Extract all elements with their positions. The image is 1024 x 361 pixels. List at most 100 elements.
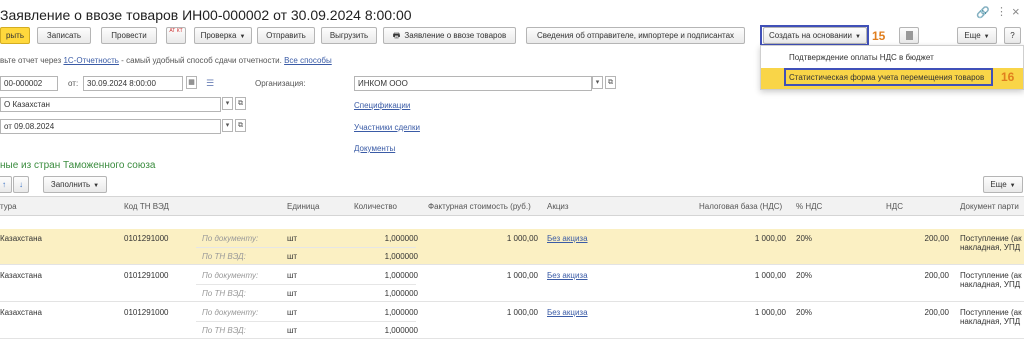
table-more-button[interactable]: Еще ▼ <box>983 176 1023 193</box>
info-prefix: вьте отчет через <box>0 56 64 65</box>
at-kt-button[interactable]: АТ КТ <box>166 27 186 44</box>
print-application-button[interactable]: 🖶 Заявление о ввозе товаров <box>383 27 516 44</box>
fill-label: Заполнить <box>50 180 91 189</box>
reporting-link[interactable]: 1С-Отчетность <box>63 56 119 65</box>
row-divider <box>196 284 416 285</box>
printer-icon: 🖶 <box>392 31 401 40</box>
country-field[interactable]: О Казахстан <box>0 97 221 112</box>
row-excise-link[interactable]: Без акциза <box>547 271 588 280</box>
row-by-tn: По ТН ВЭД: <box>202 252 246 261</box>
list-icon[interactable]: ☰ <box>206 78 214 89</box>
chevron-down-icon[interactable]: ▾ <box>222 97 233 110</box>
sender-info-button[interactable]: Сведения об отправителе, импортере и под… <box>526 27 745 44</box>
menu-item-vat-payment[interactable]: Подтверждение оплаты НДС в бюджет <box>761 48 1023 69</box>
more-button[interactable]: Еще ▼ <box>957 27 997 44</box>
open-icon[interactable]: ⧉ <box>235 119 246 132</box>
col-qty[interactable]: Количество <box>354 202 397 211</box>
table-row[interactable]: Казахстана 0101291000 По документу: По Т… <box>0 229 1024 265</box>
row-doc-2: накладная, УПД <box>960 243 1021 252</box>
row-by-doc: По документу: <box>202 234 259 243</box>
move-down-button[interactable]: ↓ <box>13 176 29 193</box>
col-invoice[interactable]: Фактурная стоимость (руб.) <box>428 202 531 211</box>
row-qty-1: 1,000000 <box>384 234 418 243</box>
col-name[interactable]: тура <box>0 202 17 211</box>
send-button[interactable]: Отправить <box>257 27 315 44</box>
link-icon[interactable]: 🔗 <box>976 6 990 19</box>
row-doc-2: накладная, УПД <box>960 317 1021 326</box>
col-vat-rate[interactable]: % НДС <box>796 202 822 211</box>
row-name: Казахстана <box>0 308 42 317</box>
page-title: Заявление о ввозе товаров ИН00-000002 от… <box>0 7 412 23</box>
open-icon[interactable]: ⧉ <box>235 97 246 110</box>
participants-link[interactable]: Участники сделки <box>354 123 420 132</box>
col-excise[interactable]: Акциз <box>547 202 569 211</box>
open-icon[interactable]: ⧉ <box>605 76 616 89</box>
more-vertical-icon[interactable]: ⋮ <box>996 5 1007 18</box>
table-row[interactable]: Казахстана 0101291000 По документу: По Т… <box>0 303 1024 339</box>
row-vat: 200,00 <box>924 234 949 243</box>
row-name: Казахстана <box>0 271 42 280</box>
move-up-button[interactable]: ↑ <box>0 176 12 193</box>
upload-button[interactable]: Выгрузить <box>321 27 377 44</box>
col-unit[interactable]: Единица <box>287 202 319 211</box>
arrow-down-icon: ↓ <box>19 180 23 189</box>
row-vat-rate: 20% <box>796 271 813 280</box>
all-methods-link[interactable]: Все способы <box>284 56 332 65</box>
chevron-down-icon: ▼ <box>1009 183 1016 189</box>
row-excise-link[interactable]: Без акциза <box>547 308 588 317</box>
fill-button[interactable]: Заполнить ▼ <box>43 176 107 193</box>
col-document[interactable]: Документ парти <box>960 202 1019 211</box>
organization-field[interactable]: ИНКОМ ООО <box>354 76 592 91</box>
archive-button[interactable] <box>899 27 919 44</box>
row-doc-1[interactable]: Поступление (ак <box>960 308 1022 317</box>
col-tax-base[interactable]: Налоговая база (НДС) <box>699 202 782 211</box>
table-more-label: Еще <box>990 180 1007 189</box>
post-close-button[interactable]: рыть <box>0 27 30 44</box>
table-row[interactable]: Казахстана 0101291000 По документу: По Т… <box>0 266 1024 302</box>
row-qty-2: 1,000000 <box>384 289 418 298</box>
row-code: 0101291000 <box>124 308 169 317</box>
chevron-down-icon[interactable]: ▾ <box>222 119 233 132</box>
row-divider <box>196 321 416 322</box>
highlight-frame-16 <box>784 68 993 86</box>
chevron-down-icon: ▼ <box>93 183 100 189</box>
row-unit-2: шт <box>287 289 298 298</box>
row-vat-rate: 20% <box>796 308 813 317</box>
row-invoice: 1 000,00 <box>506 271 538 280</box>
row-invoice: 1 000,00 <box>506 234 538 243</box>
specifications-link[interactable]: Спецификации <box>354 101 410 110</box>
row-tax-base: 1 000,00 <box>754 308 786 317</box>
check-button[interactable]: Проверка ▼ <box>194 27 252 44</box>
row-doc-1[interactable]: Поступление (ак <box>960 271 1022 280</box>
number-field[interactable]: 00-000002 <box>0 76 58 91</box>
arrow-up-icon: ↑ <box>2 180 6 189</box>
close-icon[interactable]: × <box>1012 4 1020 19</box>
archive-icon <box>905 31 913 40</box>
row-unit-2: шт <box>287 252 298 261</box>
row-tax-base: 1 000,00 <box>754 234 786 243</box>
calendar-icon[interactable]: ▦ <box>186 76 197 89</box>
row-excise-link[interactable]: Без акциза <box>547 234 588 243</box>
row-qty-2: 1,000000 <box>384 252 418 261</box>
more-label: Еще <box>964 31 981 40</box>
chevron-down-icon[interactable]: ▾ <box>592 76 603 89</box>
col-code[interactable]: Код ТН ВЭД <box>124 202 169 211</box>
row-vat: 200,00 <box>924 271 949 280</box>
help-button[interactable]: ? <box>1004 27 1021 44</box>
row-unit-1: шт <box>287 271 298 280</box>
post-button[interactable]: Провести <box>101 27 157 44</box>
row-by-doc: По документу: <box>202 308 259 317</box>
row-unit-1: шт <box>287 234 298 243</box>
row-tax-base: 1 000,00 <box>754 271 786 280</box>
date-field[interactable]: 30.09.2024 8:00:00 <box>83 76 183 91</box>
documents-link[interactable]: Документы <box>354 144 395 153</box>
print-application-label: Заявление о ввозе товаров <box>404 31 507 40</box>
row-doc-1[interactable]: Поступление (ак <box>960 234 1022 243</box>
table-header: тура Код ТН ВЭД Единица Количество Факту… <box>0 196 1024 216</box>
row-by-doc: По документу: <box>202 271 259 280</box>
section-title: ные из стран Таможенного союза <box>0 160 156 171</box>
col-vat[interactable]: НДС <box>886 202 903 211</box>
row-vat-rate: 20% <box>796 234 813 243</box>
save-button[interactable]: Записать <box>37 27 91 44</box>
contract-field[interactable]: от 09.08.2024 <box>0 119 221 134</box>
